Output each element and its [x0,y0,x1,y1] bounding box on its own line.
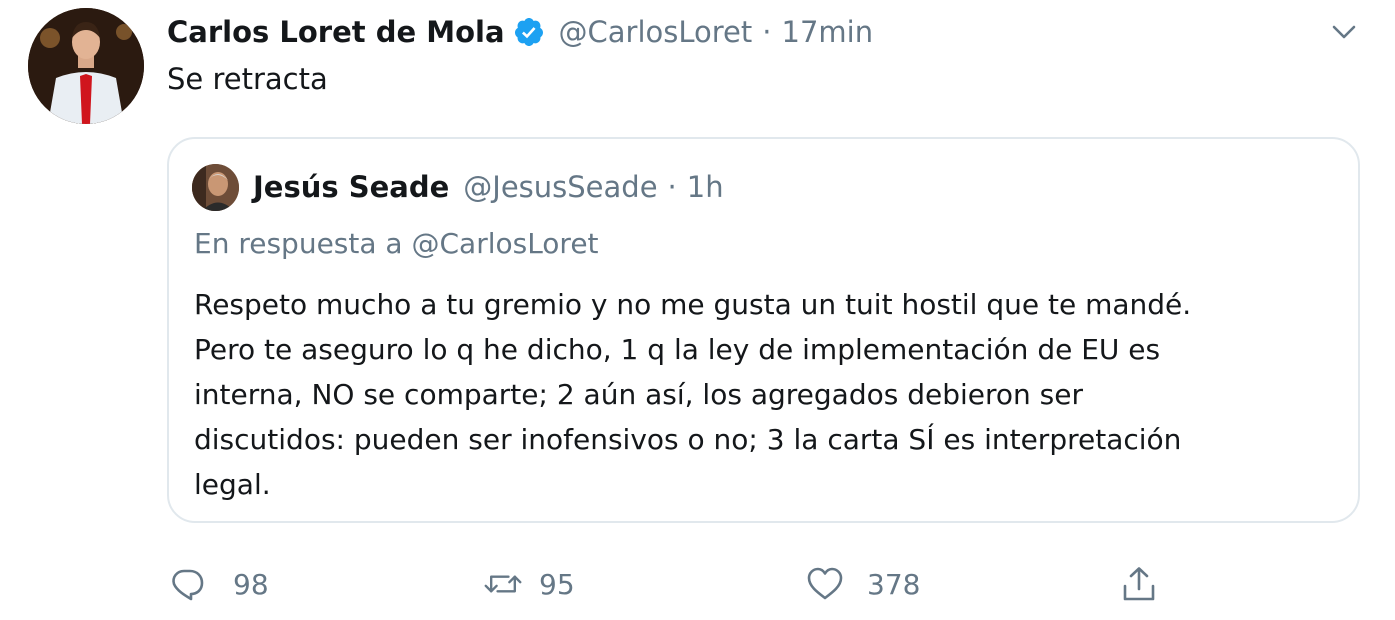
separator-dot: · [762,15,772,49]
quoted-author-display-name[interactable]: Jesús Seade [253,170,449,204]
quoted-tweet-timestamp[interactable]: 1h [687,170,724,204]
reply-button[interactable]: 98 [167,560,269,608]
author-handle[interactable]: @CarlosLoret [559,15,753,49]
verified-badge-icon [513,16,545,48]
like-button[interactable]: 378 [805,560,920,608]
quoted-text-line: Pero te aseguro lo q he dicho, 1 q la le… [194,333,1161,366]
tweet-header: Carlos Loret de Mola @CarlosLoret · 17mi… [167,12,873,52]
chevron-down-icon[interactable] [1328,18,1360,46]
quoted-text-line: interna, NO se comparte; 2 aún así, los … [194,378,1083,411]
quoted-tweet[interactable]: Jesús Seade @JesusSeade · 1h En respuest… [167,137,1360,523]
share-icon [1119,564,1159,604]
quoted-text-line: Respeto mucho a tu gremio y no me gusta … [194,288,1192,321]
reply-count: 98 [233,567,269,601]
separator-dot: · [667,170,677,204]
quoted-author-handle[interactable]: @JesusSeade [463,170,657,204]
quoted-tweet-body: Respeto mucho a tu gremio y no me gusta … [194,282,1334,507]
heart-icon [805,564,845,604]
quoted-tweet-header: Jesús Seade @JesusSeade · 1h [253,167,724,207]
quoted-text-line: discutidos: pueden ser inofensivos o no;… [194,423,1182,456]
tweet-timestamp[interactable]: 17min [782,15,874,49]
tweet-actions: 98 95 378 [167,560,1197,608]
tweet: Carlos Loret de Mola @CarlosLoret · 17mi… [0,0,1395,620]
retweet-icon [483,564,523,604]
retweet-button[interactable]: 95 [483,560,575,608]
author-display-name[interactable]: Carlos Loret de Mola [167,15,505,49]
retweet-count: 95 [539,567,575,601]
author-avatar[interactable] [28,8,144,124]
tweet-text: Se retracta [167,62,328,96]
reply-to-label: En respuesta a @CarlosLoret [194,227,599,260]
share-button[interactable] [1119,560,1159,608]
quoted-text-line: legal. [194,468,271,501]
avatar-photo [28,8,144,124]
like-count: 378 [867,567,921,601]
reply-icon [167,564,207,604]
quoted-author-avatar[interactable] [192,164,239,211]
quoted-avatar-photo [192,164,239,211]
